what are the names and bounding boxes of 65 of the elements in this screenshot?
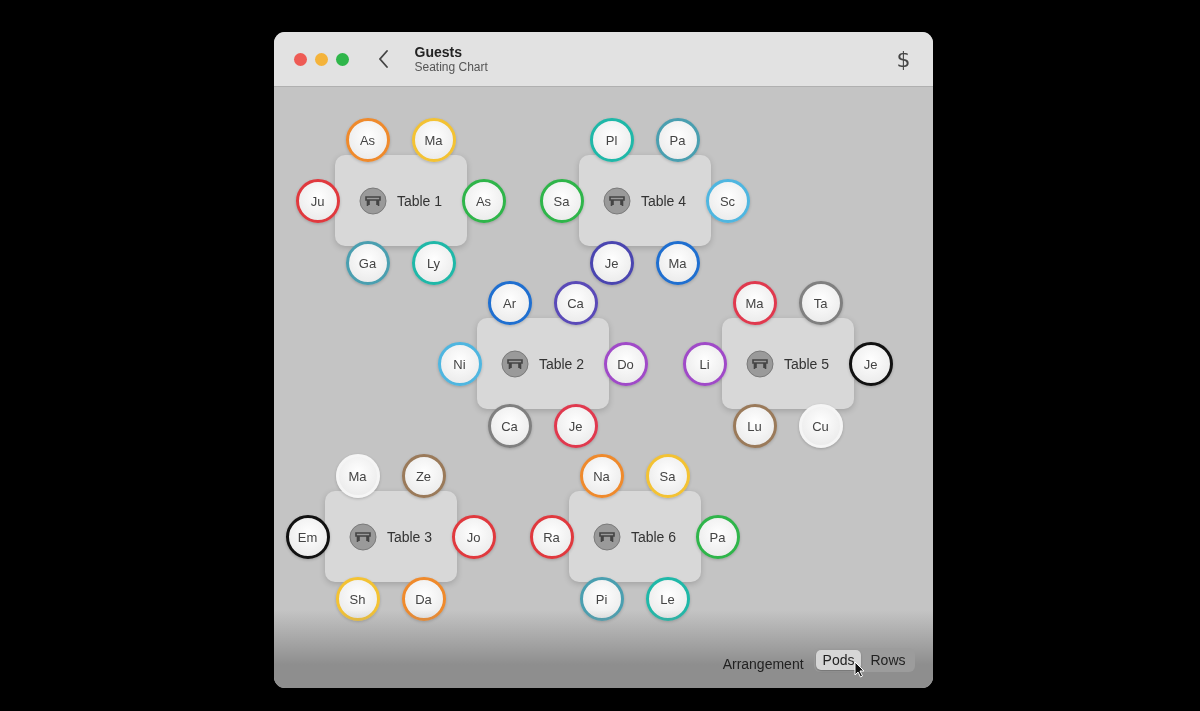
guest-seat[interactable]: As (461, 179, 506, 223)
guest-seat[interactable]: Ar (487, 281, 532, 325)
guest-seat[interactable]: Sh (335, 577, 380, 621)
table-icon (592, 522, 621, 551)
guest-seat[interactable]: Do (603, 342, 648, 386)
guest-seat[interactable]: Pa (655, 118, 700, 162)
guest-seat[interactable]: Cu (798, 404, 843, 448)
guest-seat[interactable]: Ma (411, 118, 456, 162)
guest-seat[interactable]: Ta (798, 281, 843, 325)
guest-seat[interactable]: Je (589, 241, 634, 285)
window-subtitle: Seating Chart (414, 60, 489, 74)
guest-seat[interactable]: Le (645, 577, 690, 621)
pricing-button[interactable]: $ (894, 46, 913, 72)
guest-seat[interactable]: Ze (401, 454, 446, 498)
table-card[interactable]: Table 1 (334, 155, 467, 246)
table-icon (500, 349, 529, 378)
table-card[interactable]: Table 5 (721, 318, 854, 409)
guest-seat[interactable]: Em (285, 515, 330, 559)
guest-seat[interactable]: Ma (732, 281, 777, 325)
table-label: Table 2 (538, 355, 585, 372)
zoom-button[interactable] (335, 52, 349, 66)
guest-seat[interactable]: Sc (705, 179, 750, 223)
window-title: Guests (414, 44, 463, 60)
guest-seat[interactable]: Ma (655, 241, 700, 285)
guest-seat[interactable]: Ly (411, 241, 456, 285)
table-label: Table 5 (783, 355, 830, 372)
table-label: Table 4 (640, 192, 687, 209)
table-label: Table 3 (386, 528, 433, 545)
close-button[interactable] (293, 52, 307, 66)
minimize-button[interactable] (314, 52, 328, 66)
guest-seat[interactable]: Pa (695, 515, 740, 559)
segment-option[interactable]: Pods (815, 650, 862, 670)
guest-seat[interactable]: As (345, 118, 390, 162)
guest-seat[interactable]: Pl (589, 118, 634, 162)
guest-seat[interactable]: Ma (335, 454, 380, 498)
table-icon (358, 186, 387, 215)
guest-seat[interactable]: Li (682, 342, 727, 386)
table-label: Table 1 (396, 192, 443, 209)
guest-seat[interactable]: Ra (529, 515, 574, 559)
guest-seat[interactable]: Da (401, 577, 446, 621)
table-icon (348, 522, 377, 551)
guest-seat[interactable]: Sa (645, 454, 690, 498)
guest-seat[interactable]: Sa (539, 179, 584, 223)
table-card[interactable]: Table 2 (476, 318, 609, 409)
guest-seat[interactable]: Ca (553, 281, 598, 325)
chevron-left-icon (378, 50, 389, 68)
table-card[interactable]: Table 3 (324, 491, 457, 582)
guest-seat[interactable]: Je (848, 342, 893, 386)
table-icon (745, 349, 774, 378)
guest-seat[interactable]: Pi (579, 577, 624, 621)
guest-seat[interactable]: Lu (732, 404, 777, 448)
table-card[interactable]: Table 6 (568, 491, 701, 582)
arrangement-label: Arrangement (722, 656, 804, 672)
table-label: Table 6 (630, 528, 677, 545)
guest-seat[interactable]: Je (553, 404, 598, 448)
table-icon (602, 186, 631, 215)
segment-option[interactable]: Rows (863, 650, 913, 670)
guest-seat[interactable]: Ni (437, 342, 482, 386)
guest-seat[interactable]: Ca (487, 404, 532, 448)
mouse-pointer-icon (853, 661, 866, 678)
guest-seat[interactable]: Na (579, 454, 624, 498)
guest-seat[interactable]: Jo (451, 515, 496, 559)
table-card[interactable]: Table 4 (578, 155, 711, 246)
guest-seat[interactable]: Ga (345, 241, 390, 285)
guest-seat[interactable]: Ju (295, 179, 340, 223)
